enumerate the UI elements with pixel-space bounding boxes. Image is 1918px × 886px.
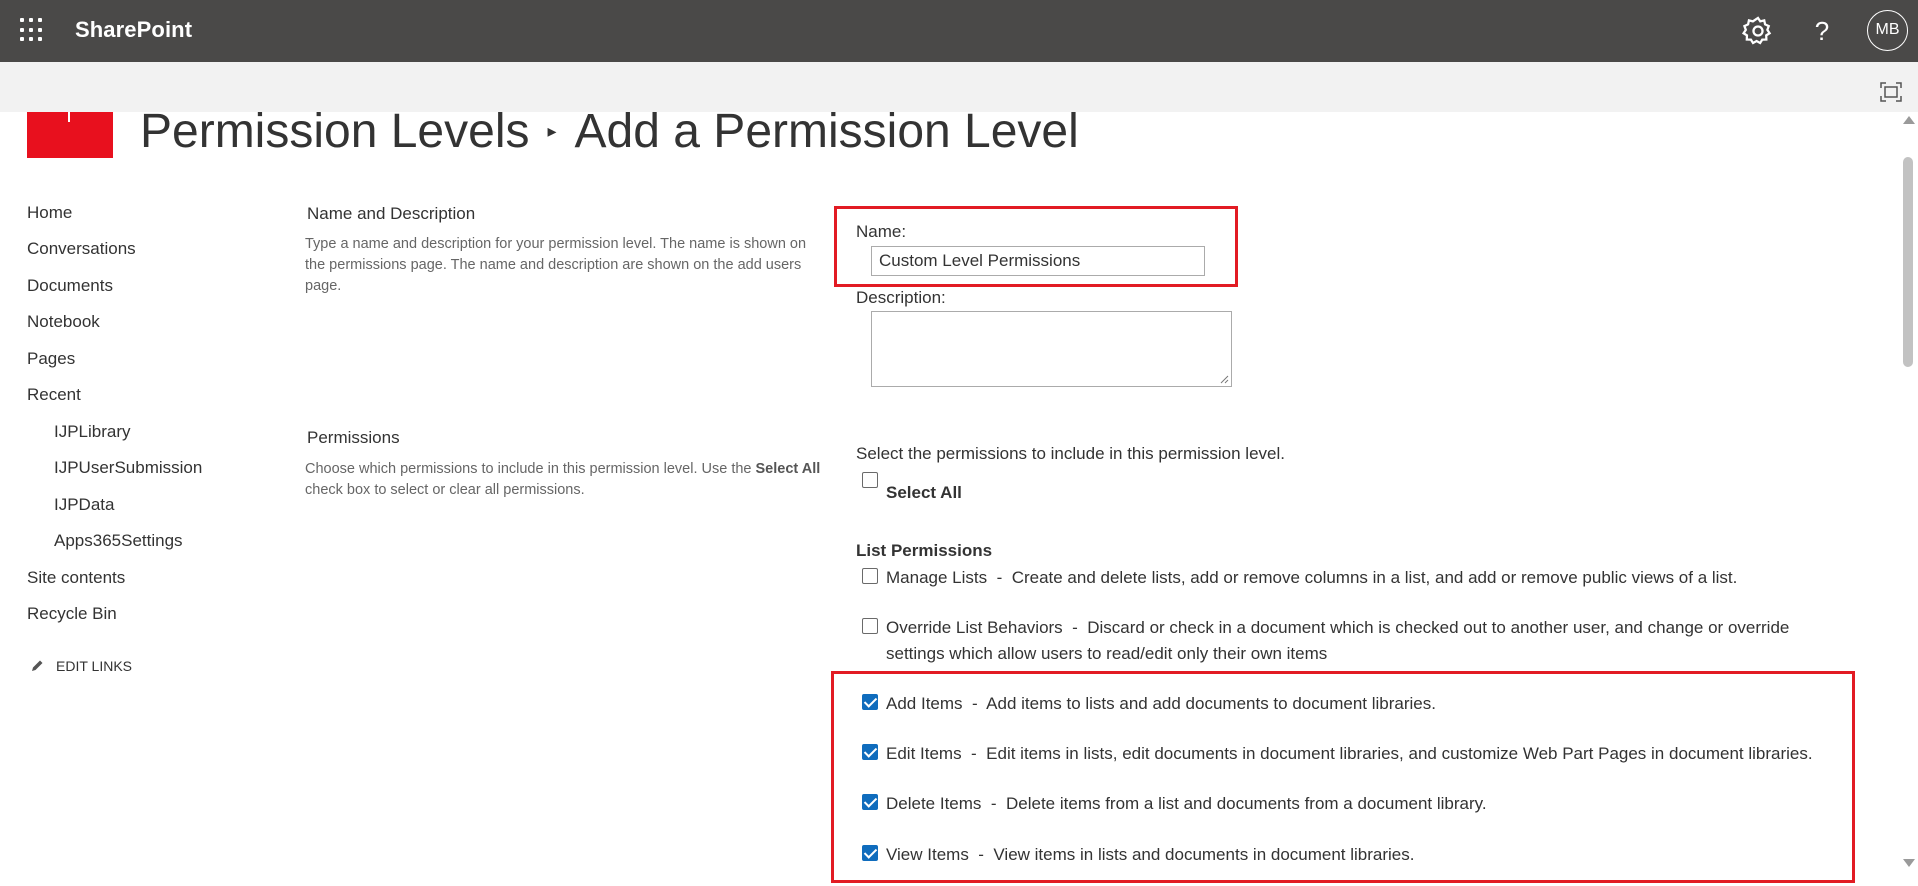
- pencil-icon: [32, 660, 43, 671]
- scroll-up-arrow-icon[interactable]: [1903, 116, 1915, 124]
- site-logo-mark: [68, 112, 70, 122]
- focus-content-icon[interactable]: [1880, 82, 1902, 102]
- permission-separator: -: [968, 845, 994, 864]
- name-label: Name:: [856, 222, 907, 241]
- nav-item-pages[interactable]: Pages: [27, 349, 75, 369]
- edit-items-checkbox[interactable]: [862, 744, 878, 760]
- permission-separator: -: [987, 568, 1012, 587]
- scroll-thumb[interactable]: [1903, 157, 1913, 367]
- nav-item-documents[interactable]: Documents: [27, 276, 113, 296]
- help-icon[interactable]: ?: [1805, 14, 1839, 48]
- permissions-intro: Select the permissions to include in thi…: [856, 444, 1285, 463]
- view-items-checkbox[interactable]: [862, 845, 878, 861]
- permission-name: Edit Items: [886, 744, 962, 763]
- permission-name: Override List Behaviors: [886, 618, 1063, 637]
- breadcrumb-separator-icon: ▸: [547, 120, 557, 141]
- permission-edit-items: Edit Items - Edit items in lists, edit d…: [886, 741, 1846, 767]
- scroll-down-arrow-icon[interactable]: [1903, 859, 1915, 867]
- description-field[interactable]: [871, 311, 1232, 387]
- nav-item-recycle-bin[interactable]: Recycle Bin: [27, 604, 117, 624]
- nav-item-recent[interactable]: Recent: [27, 385, 81, 405]
- description-label: Description:: [856, 288, 946, 307]
- permissions-description-bold: Select All: [755, 461, 821, 477]
- user-avatar[interactable]: MB: [1867, 10, 1908, 51]
- nav-item-ijpusersubmission[interactable]: IJPUserSubmission: [54, 458, 202, 478]
- permissions-description-suffix: check box to select or clear all permiss…: [305, 482, 585, 498]
- breadcrumb-parent[interactable]: Permission Levels: [140, 105, 529, 158]
- permission-separator: -: [961, 744, 987, 763]
- permission-name: Add Items: [886, 694, 963, 713]
- permission-separator: -: [962, 694, 987, 713]
- permission-view-items: View Items - View items in lists and doc…: [886, 842, 1846, 868]
- nav-item-site-contents[interactable]: Site contents: [27, 568, 125, 588]
- nav-item-home[interactable]: Home: [27, 203, 72, 223]
- permission-add-items: Add Items - Add items to lists and add d…: [886, 691, 1846, 717]
- nav-item-conversations[interactable]: Conversations: [27, 239, 136, 259]
- nav-item-ijplibrary[interactable]: IJPLibrary: [54, 422, 131, 442]
- name-section-heading: Name and Description: [307, 204, 476, 223]
- page-title: Permission Levels ▸ Add a Permission Level: [140, 104, 1079, 159]
- permission-name: View Items: [886, 845, 969, 864]
- select-all-checkbox[interactable]: [862, 472, 878, 488]
- select-all-label: Select All: [886, 483, 962, 502]
- override-list-behaviors-checkbox[interactable]: [862, 618, 878, 634]
- edit-links-button[interactable]: EDIT LINKS: [30, 658, 132, 674]
- site-logo[interactable]: [27, 112, 113, 158]
- nav-item-notebook[interactable]: Notebook: [27, 312, 100, 332]
- breadcrumb-current: Add a Permission Level: [574, 105, 1079, 158]
- permission-description: Delete items from a list and documents f…: [1006, 794, 1487, 813]
- permission-description: View items in lists and documents in doc…: [993, 845, 1415, 864]
- permission-name: Delete Items: [886, 794, 982, 813]
- permission-name: Manage Lists: [886, 568, 988, 587]
- name-section-description: Type a name and description for your per…: [305, 236, 807, 294]
- app-name[interactable]: SharePoint: [75, 17, 192, 43]
- permission-manage-lists: Manage Lists - Create and delete lists, …: [886, 565, 1846, 591]
- nav-item-apps365settings[interactable]: Apps365Settings: [54, 531, 183, 551]
- permission-description: Create and delete lists, add or remove c…: [1011, 568, 1738, 587]
- permission-delete-items: Delete Items - Delete items from a list …: [886, 791, 1846, 817]
- permission-separator: -: [1062, 618, 1088, 637]
- resize-grip-icon[interactable]: [1219, 374, 1229, 384]
- permission-separator: -: [981, 794, 1006, 813]
- permissions-description-text: Choose which permissions to include in t…: [305, 461, 756, 477]
- gear-icon[interactable]: [1741, 14, 1775, 48]
- permission-override-list-behaviors: Override List Behaviors - Discard or che…: [886, 615, 1831, 667]
- app-launcher-icon[interactable]: [20, 18, 44, 42]
- name-field[interactable]: [871, 246, 1205, 276]
- add-items-checkbox[interactable]: [862, 694, 878, 710]
- list-permissions-heading: List Permissions: [856, 541, 993, 560]
- permission-description: Add items to lists and add documents to …: [986, 694, 1436, 713]
- permissions-section-heading: Permissions: [307, 428, 400, 447]
- permission-description: Edit items in lists, edit documents in d…: [986, 744, 1813, 763]
- nav-item-ijpdata[interactable]: IJPData: [54, 495, 114, 515]
- manage-lists-checkbox[interactable]: [862, 568, 878, 584]
- suite-bar: SharePoint ? MB: [0, 0, 1918, 62]
- edit-links-label: EDIT LINKS: [56, 658, 132, 674]
- permissions-section-description: Choose which permissions to include in t…: [305, 459, 825, 501]
- delete-items-checkbox[interactable]: [862, 794, 878, 810]
